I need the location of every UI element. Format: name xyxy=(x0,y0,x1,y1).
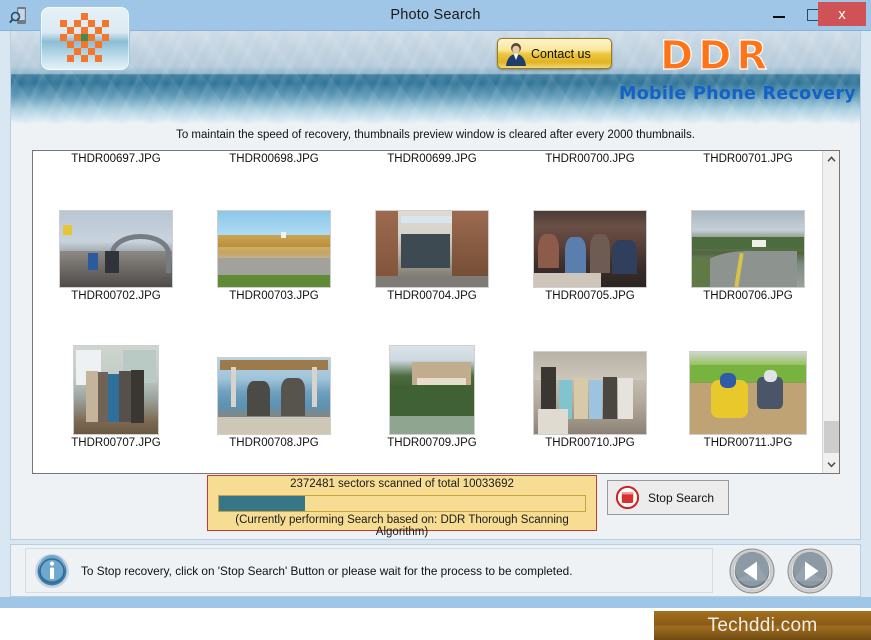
men-on-boat-photo[interactable] xyxy=(217,357,331,435)
list-item[interactable]: THDR00704.JPG xyxy=(357,210,507,305)
thumbnail-label: THDR00711.JPG xyxy=(703,437,793,449)
techddi-watermark-badge: Techddi.com xyxy=(654,611,871,640)
list-item: THDR00698.JPG xyxy=(199,151,349,168)
window-title: Photo Search xyxy=(390,7,481,23)
stop-search-label: Stop Search xyxy=(647,490,715,505)
checkerboard-logo-icon xyxy=(40,6,130,71)
conference-poster-group-photo[interactable] xyxy=(73,345,159,435)
list-item: THDR00697.JPG xyxy=(41,151,191,168)
previous-step-button[interactable] xyxy=(729,548,775,594)
next-step-button[interactable] xyxy=(787,548,833,594)
list-item[interactable]: THDR00709.JPG xyxy=(357,345,507,452)
storefront-building-photo[interactable] xyxy=(375,210,489,288)
progress-bar-fill xyxy=(219,496,306,511)
progress-status-text: 2372481 sectors scanned of total 1003369… xyxy=(290,478,514,490)
product-tagline: Mobile Phone Recovery xyxy=(619,84,857,104)
info-message-text: To Stop recovery, click on 'Stop Search'… xyxy=(81,563,573,578)
list-item: THDR00699.JPG xyxy=(357,151,507,168)
list-item[interactable]: THDR00711.JPG xyxy=(673,345,823,452)
thumbnail-notice: To maintain the speed of recovery, thumb… xyxy=(10,124,861,146)
thumbnail-row: THDR00707.JPG THDR00708.JPG THDR00709.JP… xyxy=(33,345,823,452)
thumbnail-row: THDR00702.JPG THDR00703.JPG THDR00704.JP… xyxy=(33,210,823,305)
country-road-photo[interactable] xyxy=(691,210,805,288)
list-item[interactable]: THDR00710.JPG xyxy=(515,345,665,452)
thumbnail-label: THDR00707.JPG xyxy=(71,437,161,449)
list-item[interactable]: THDR00708.JPG xyxy=(199,345,349,452)
checker-pattern xyxy=(60,12,110,65)
thumbnail-label: THDR00700.JPG xyxy=(545,153,635,165)
title-bar: Photo Search x xyxy=(0,0,871,31)
thumbnail-row-labels-top: THDR00697.JPG THDR00698.JPG THDR00699.JP… xyxy=(33,151,823,168)
scrollbar-thumb[interactable] xyxy=(824,421,839,453)
minimize-icon xyxy=(773,16,785,18)
minimize-button[interactable] xyxy=(762,0,796,27)
group-by-stone-wall-photo[interactable] xyxy=(533,351,647,435)
close-button[interactable]: x xyxy=(818,2,866,26)
list-item: THDR00701.JPG xyxy=(673,151,823,168)
thumbnail-label: THDR00709.JPG xyxy=(387,437,477,449)
photo-search-window: Photo Search x Contact us DDR Mobile Pho… xyxy=(0,0,871,640)
list-item: THDR00700.JPG xyxy=(515,151,665,168)
techddi-watermark-text: Techddi.com xyxy=(707,614,818,636)
content-panel: THDR00697.JPG THDR00698.JPG THDR00699.JP… xyxy=(10,146,861,540)
thumbnail-grid: THDR00697.JPG THDR00698.JPG THDR00699.JP… xyxy=(33,151,823,452)
contact-us-button[interactable]: Contact us xyxy=(497,38,612,69)
vertical-scrollbar[interactable] xyxy=(822,151,839,473)
boardwalk-cyclists-photo[interactable] xyxy=(59,210,173,288)
ddr-brand-logo: DDR xyxy=(659,32,773,79)
stop-search-button[interactable]: Stop Search xyxy=(607,480,729,515)
chevron-down-icon[interactable] xyxy=(823,456,839,473)
progress-algorithm-text: (Currently performing Search based on: D… xyxy=(235,514,569,538)
window-bottom-edge xyxy=(0,597,871,608)
thumbnail-label: THDR00710.JPG xyxy=(545,437,635,449)
thumbnail-label: THDR00698.JPG xyxy=(229,153,319,165)
thumbnail-label: THDR00706.JPG xyxy=(703,290,793,302)
stop-circle-icon xyxy=(615,485,640,510)
thumbnail-label: THDR00697.JPG xyxy=(71,153,161,165)
motocross-riders-photo[interactable] xyxy=(689,351,807,435)
info-message-box: To Stop recovery, click on 'Stop Search'… xyxy=(25,548,713,593)
person-icon xyxy=(503,41,529,66)
thumbnail-label: THDR00701.JPG xyxy=(703,153,793,165)
list-item[interactable]: THDR00703.JPG xyxy=(199,210,349,305)
progress-panel: 2372481 sectors scanned of total 1003369… xyxy=(207,475,597,538)
footer-bar: To Stop recovery, click on 'Stop Search'… xyxy=(10,544,861,597)
thumbnail-label: THDR00703.JPG xyxy=(229,290,319,302)
thumbnail-label: THDR00699.JPG xyxy=(387,153,477,165)
list-item[interactable]: THDR00706.JPG xyxy=(673,210,823,305)
info-icon xyxy=(34,553,70,589)
thumbnail-label: THDR00702.JPG xyxy=(71,290,161,302)
chevron-up-icon[interactable] xyxy=(823,151,839,168)
list-item[interactable]: THDR00705.JPG xyxy=(515,210,665,305)
autumn-trees-parking-lot-photo[interactable] xyxy=(217,210,331,288)
progress-bar xyxy=(218,495,586,512)
hillside-resort-photo[interactable] xyxy=(389,345,475,435)
list-item[interactable]: THDR00702.JPG xyxy=(41,210,191,305)
thumbnail-label: THDR00708.JPG xyxy=(229,437,319,449)
banquet-crowd-photo[interactable] xyxy=(533,210,647,288)
thumbnail-label: THDR00705.JPG xyxy=(545,290,635,302)
list-item[interactable]: THDR00707.JPG xyxy=(41,345,191,452)
close-icon: x xyxy=(838,5,846,23)
contact-us-label: Contact us xyxy=(531,46,591,61)
thumbnail-label: THDR00704.JPG xyxy=(387,290,477,302)
thumbnail-preview-area[interactable]: THDR00697.JPG THDR00698.JPG THDR00699.JP… xyxy=(32,150,840,474)
